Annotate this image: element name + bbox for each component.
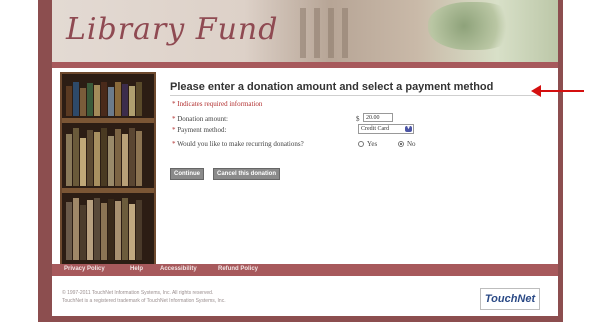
book-row	[66, 196, 150, 260]
help-link[interactable]: Help	[130, 266, 143, 272]
copyright-line: © 1997-2011 TouchNet Information Systems…	[62, 290, 214, 296]
payment-method-label-text: Payment method:	[177, 126, 227, 134]
banner-tree	[428, 2, 518, 50]
header-divider	[52, 62, 558, 68]
radio-selected-icon	[398, 141, 404, 147]
shelf-plank	[62, 118, 154, 123]
payment-method-select[interactable]: Credit Card ▼	[358, 124, 414, 134]
privacy-policy-link[interactable]: Privacy Policy	[64, 266, 105, 272]
header-banner: Library Fund	[52, 0, 558, 62]
bookshelf-image	[60, 72, 156, 266]
recurring-no-radio[interactable]: No	[398, 140, 416, 148]
donation-amount-input[interactable]: 20.00	[363, 113, 393, 122]
footer-nav	[52, 264, 558, 276]
page-title: Please enter a donation amount and selec…	[170, 81, 494, 93]
banner-column	[314, 8, 320, 58]
banner-column	[342, 8, 348, 58]
banner-column	[328, 8, 334, 58]
required-note: * Indicates required information	[172, 100, 263, 108]
trademark-line: TouchNet is a registered trademark of To…	[62, 298, 226, 304]
refund-policy-link[interactable]: Refund Policy	[218, 266, 258, 272]
donation-amount-label-text: Donation amount:	[177, 115, 228, 123]
donation-amount-label: * Donation amount:	[172, 115, 228, 123]
cancel-donation-button[interactable]: Cancel this donation	[213, 168, 281, 180]
recurring-label-text: Would you like to make recurring donatio…	[177, 140, 304, 148]
payment-method-label: * Payment method:	[172, 126, 227, 134]
touchnet-logo: TouchNet	[480, 288, 540, 310]
recurring-no-label: No	[407, 140, 416, 148]
book-row	[66, 126, 150, 186]
banner-column	[300, 8, 306, 58]
recurring-yes-label: Yes	[367, 140, 378, 148]
accessibility-link[interactable]: Accessibility	[160, 266, 197, 272]
currency-symbol: $	[356, 115, 360, 123]
page: Library Fund Please enter a donation amo…	[52, 0, 558, 316]
recurring-label: * Would you like to make recurring donat…	[172, 140, 304, 148]
radio-circle-icon	[358, 141, 364, 147]
annotation-arrow	[540, 90, 584, 92]
chevron-down-icon: ▼	[405, 126, 412, 132]
logo: Library Fund	[66, 12, 279, 47]
payment-method-value: Credit Card	[361, 126, 390, 132]
recurring-yes-radio[interactable]: Yes	[358, 140, 377, 148]
continue-button[interactable]: Continue	[170, 168, 204, 180]
title-divider	[170, 95, 540, 96]
book-row	[66, 80, 150, 116]
shelf-plank	[62, 188, 154, 193]
